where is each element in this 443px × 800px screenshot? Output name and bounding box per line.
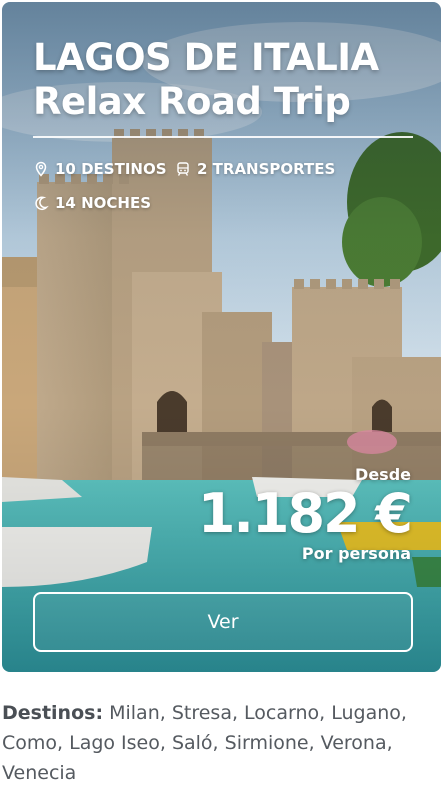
transports-meta: 2 TRANSPORTES [175, 160, 335, 178]
nights-meta: 14 NOCHES [33, 194, 151, 212]
ver-button[interactable]: Ver [33, 592, 413, 652]
nights-count: 14 NOCHES [55, 194, 152, 212]
price-suffix: Por persona [301, 544, 411, 563]
moon-icon [35, 196, 49, 211]
title-line-2: Relax Road Trip [33, 80, 351, 123]
destinations-label: Destinos: [2, 702, 104, 724]
card-title: LAGOS DE ITALIA Relax Road Trip [33, 36, 379, 124]
title-divider [33, 136, 413, 138]
price-block: Desde 1.182 € Por persona [197, 465, 413, 563]
title-line-1: LAGOS DE ITALIA [33, 36, 379, 79]
destinations-list: Destinos: Milan, Stresa, Locarno, Lugano… [2, 698, 442, 788]
tour-card[interactable]: LAGOS DE ITALIA Relax Road Trip 10 DESTI… [2, 2, 441, 672]
transports-count: 2 TRANSPORTES [197, 160, 336, 178]
destinations-count: 10 DESTINOS [55, 160, 167, 178]
train-icon [177, 162, 189, 176]
price-amount: 1.182 € [197, 482, 413, 545]
destinations-meta: 10 DESTINOS [33, 160, 167, 178]
location-pin-icon [35, 161, 47, 177]
